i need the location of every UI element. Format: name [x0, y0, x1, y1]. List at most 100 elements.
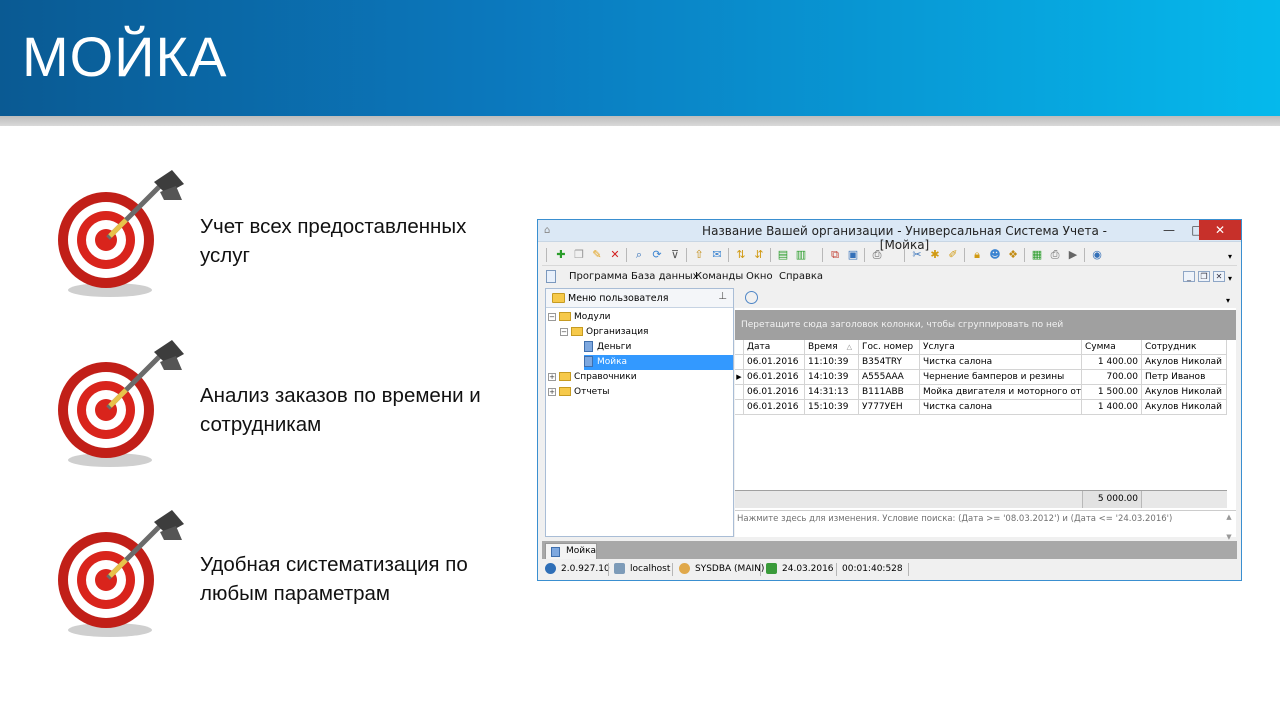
settings-icon[interactable]: ✱ — [928, 248, 942, 262]
clock-icon[interactable] — [745, 291, 758, 304]
cell-time[interactable]: 11:10:39 — [805, 355, 859, 370]
tree-node-directories[interactable]: + Справочники — [548, 370, 637, 385]
cell-time[interactable]: 14:31:13 — [805, 385, 859, 400]
filter-bar[interactable]: Нажмите здесь для изменения. Условие пои… — [735, 510, 1236, 541]
users-icon[interactable]: ☻ — [988, 248, 1002, 262]
mdi-minimize-button[interactable]: _ — [1183, 271, 1195, 282]
table-row[interactable]: 06.01.2016 14:31:13 В111АВВ Мойка двигат… — [735, 385, 1227, 400]
tree-node-organization[interactable]: − Организация — [560, 325, 648, 340]
lock-icon[interactable]: 🔒︎ — [970, 248, 984, 262]
user-icon — [679, 563, 690, 574]
cell-employee[interactable]: Акулов Николай — [1142, 400, 1227, 415]
status-version: 2.0.927.10 — [545, 563, 610, 576]
cell-service[interactable]: Мойка двигателя и моторного отсека — [920, 385, 1082, 400]
tree-node-money[interactable]: Деньги — [584, 340, 631, 355]
tree-label: Отчеты — [574, 387, 610, 397]
note-icon[interactable]: ✐ — [946, 248, 960, 262]
menu-item-commands[interactable]: Команды — [695, 271, 743, 282]
edit-icon[interactable]: ✎ — [590, 248, 604, 262]
cell-sum[interactable]: 1 500.00 — [1082, 385, 1142, 400]
filter-scroll-icon[interactable]: ▲ ▼ — [1224, 512, 1234, 541]
table-row[interactable]: 06.01.2016 11:10:39 В354TRY Чистка салон… — [735, 355, 1227, 370]
table-row[interactable]: 06.01.2016 15:10:39 У777УЕН Чистка салон… — [735, 400, 1227, 415]
open-window-icon[interactable]: ⧉ — [828, 248, 842, 262]
package-icon[interactable]: ❖ — [1006, 248, 1020, 262]
target-icon — [58, 340, 184, 467]
new-window-icon[interactable]: ▣ — [846, 248, 860, 262]
print-menu-icon[interactable]: ⎙ — [870, 248, 884, 262]
tree-node-reports[interactable]: + Отчеты — [548, 385, 610, 400]
filter-icon[interactable]: ⊽ — [668, 248, 682, 262]
cell-employee[interactable]: Акулов Николай — [1142, 385, 1227, 400]
calculator-icon[interactable]: ▦ — [1030, 248, 1044, 262]
cell-employee[interactable]: Петр Иванов — [1142, 370, 1227, 385]
tree-node-modules[interactable]: − Модули — [548, 310, 610, 325]
comment-icon[interactable]: ✉ — [710, 248, 724, 262]
upload-icon[interactable]: ⇧ — [692, 248, 706, 262]
column-header-sum[interactable]: Сумма — [1082, 340, 1142, 355]
cell-sum[interactable]: 1 400.00 — [1082, 400, 1142, 415]
menu-item-help[interactable]: Справка — [779, 271, 823, 282]
group-by-panel[interactable]: Перетащите сюда заголовок колонки, чтобы… — [735, 310, 1236, 340]
cell-service[interactable]: Чистка салона — [920, 355, 1082, 370]
add-icon[interactable]: ✚ — [554, 248, 568, 262]
cell-date[interactable]: 06.01.2016 — [744, 370, 805, 385]
cell-date[interactable]: 06.01.2016 — [744, 385, 805, 400]
tab-carwash[interactable]: Мойка — [545, 543, 597, 559]
cell-plate[interactable]: В111АВВ — [859, 385, 920, 400]
menu-item-program[interactable]: Программа — [569, 271, 628, 282]
info-icon[interactable]: ◉ — [1090, 248, 1104, 262]
menu-overflow-icon[interactable]: ▾ — [1223, 272, 1237, 286]
expand-icon[interactable]: + — [548, 387, 556, 396]
search-icon[interactable]: ⌕ — [632, 248, 646, 262]
refresh-icon[interactable]: ⟳ — [650, 248, 664, 262]
feature-text: Удобная систематизация по любым параметр… — [200, 550, 468, 608]
filter-text[interactable]: Нажмите здесь для изменения. Условие пои… — [737, 514, 1172, 524]
cell-plate[interactable]: В354TRY — [859, 355, 920, 370]
tools-icon[interactable]: ✂ — [910, 248, 924, 262]
sort-icon[interactable]: ⇅ — [734, 248, 748, 262]
menu-item-window[interactable]: Окно — [746, 271, 773, 282]
target-icon — [58, 170, 184, 297]
cell-service[interactable]: Чистка салона — [920, 400, 1082, 415]
copy-icon[interactable]: ❐ — [572, 248, 586, 262]
row-indicator — [735, 340, 744, 355]
import-icon[interactable]: ▥ — [794, 248, 808, 262]
tree-node-carwash[interactable]: Мойка — [584, 355, 733, 370]
target-icon — [58, 510, 184, 637]
feature-line: Анализ заказов по времени и — [200, 384, 481, 407]
mdi-restore-button[interactable]: ❐ — [1198, 271, 1210, 282]
delete-icon[interactable]: ✕ — [608, 248, 622, 262]
pin-icon[interactable]: ⊥ — [718, 291, 727, 302]
close-button[interactable]: ✕ — [1199, 220, 1241, 240]
column-header-plate[interactable]: Гос. номер — [859, 340, 920, 355]
sort-desc-icon[interactable]: ⇵ — [752, 248, 766, 262]
server-icon — [614, 563, 625, 574]
cell-time[interactable]: 15:10:39 — [805, 400, 859, 415]
cell-date[interactable]: 06.01.2016 — [744, 355, 805, 370]
cell-plate[interactable]: У777УЕН — [859, 400, 920, 415]
column-header-service[interactable]: Услуга — [920, 340, 1082, 355]
export-icon[interactable]: ▤ — [776, 248, 790, 262]
cell-plate[interactable]: А555ААА — [859, 370, 920, 385]
table-row[interactable]: ▶ 06.01.2016 14:10:39 А555ААА Чернение б… — [735, 370, 1227, 385]
grid-toolbar-overflow-icon[interactable]: ▾ — [1221, 294, 1235, 308]
grid-footer: 5 000.00 — [735, 490, 1227, 508]
cell-service[interactable]: Чернение бамперов и резины — [920, 370, 1082, 385]
preview-icon[interactable]: ▶ — [1066, 248, 1080, 262]
toolbar-overflow-icon[interactable]: ▾ — [1223, 250, 1237, 264]
collapse-icon[interactable]: − — [548, 312, 556, 321]
menu-item-database[interactable]: База данных — [631, 271, 699, 282]
collapse-icon[interactable]: − — [560, 327, 568, 336]
column-header-time[interactable]: Время △ — [805, 340, 859, 355]
cell-employee[interactable]: Акулов Николай — [1142, 355, 1227, 370]
column-header-employee[interactable]: Сотрудник — [1142, 340, 1227, 355]
cell-date[interactable]: 06.01.2016 — [744, 400, 805, 415]
cell-sum[interactable]: 1 400.00 — [1082, 355, 1142, 370]
cell-sum[interactable]: 700.00 — [1082, 370, 1142, 385]
column-header-date[interactable]: Дата — [744, 340, 805, 355]
expand-icon[interactable]: + — [548, 372, 556, 381]
printer-icon[interactable]: ⎙ — [1048, 248, 1062, 262]
cell-time[interactable]: 14:10:39 — [805, 370, 859, 385]
minimize-button[interactable]: — — [1155, 220, 1183, 240]
